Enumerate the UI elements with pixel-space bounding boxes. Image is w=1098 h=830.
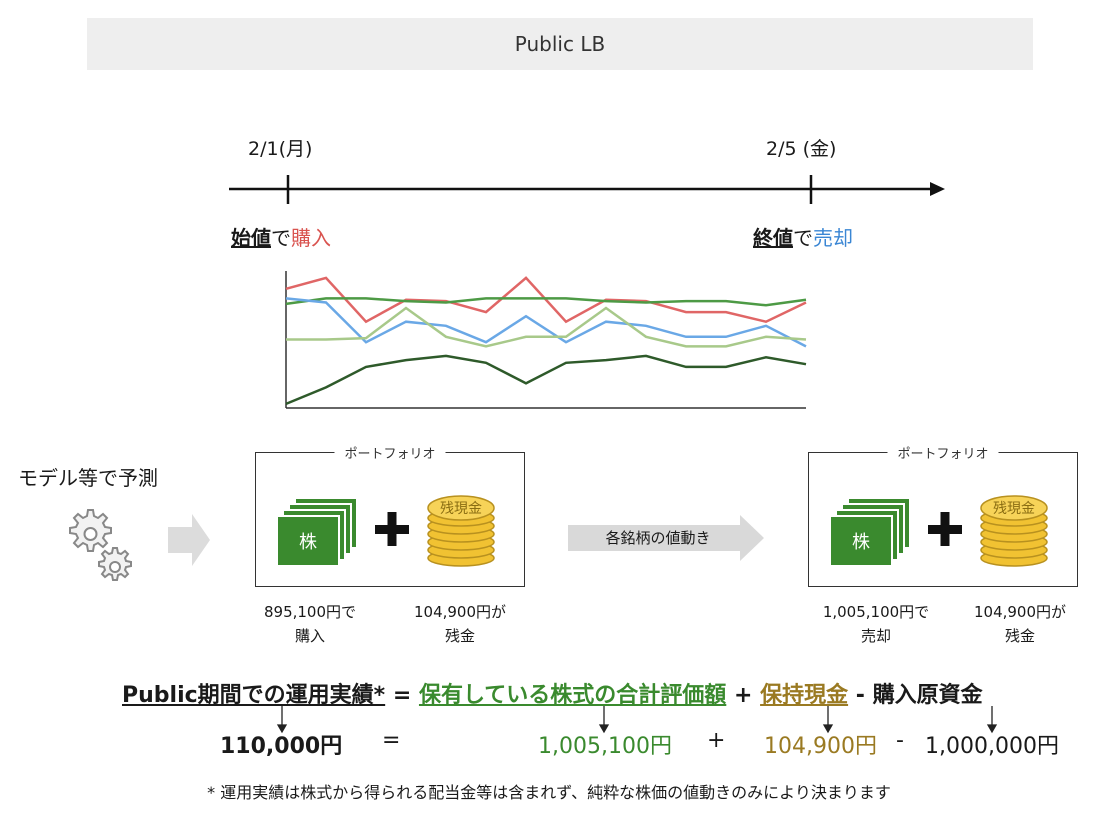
model-label: モデル等で予測 [18,466,158,490]
numbers-plus: + [707,728,726,753]
end-stock-caption: 1,005,100円で 売却 [822,603,930,645]
stock-value: 1,005,100円 [538,734,672,759]
end-date: 2/5 (金) [766,138,837,160]
footnote: * 運用実績は株式から得られる配当金等は含まれず、純粋な株価の値動きのみにより決… [207,783,891,802]
formula-eq: = [392,683,412,708]
stock-icon: 株 [829,497,911,567]
plus-icon [928,512,962,546]
stock-icon: 株 [276,497,358,567]
model-to-portfolio-arrow [168,514,210,566]
movement-label: 各銘柄の値動き [605,529,711,547]
series-line-2 [285,297,807,307]
close-price-label: 終値 [753,226,793,250]
formula-minus: - [855,683,865,708]
start-stock-caption: 895,100円で 購入 [263,603,357,645]
result-value: 110,000円 [220,734,343,759]
portfolio-contents-end: 株 残現金 [829,495,1048,567]
plus-icon [375,512,409,546]
start-cash-caption: 104,900円が 残金 [413,603,507,645]
start-date: 2/1(月) [248,138,313,160]
formula-term-stock: 保有している株式の合計評価額 [418,683,727,708]
end-particle: で [793,226,813,250]
cash-label: 残現金 [440,501,482,517]
gears-icon [69,509,132,581]
end-action: 終値で売却 [753,222,853,251]
portfolio-contents-start: 株 残現金 [276,495,495,567]
portfolio-label: ポートフォリオ [334,443,446,462]
open-price-label: 始値 [231,226,271,250]
formula-term-cash: 保持現金 [760,683,849,708]
numbers-eq: = [382,728,401,753]
start-action: 始値で購入 [231,222,331,251]
formula-row: Public期間での運用実績* = 保有している株式の合計評価額 + 保持現金 … [122,677,983,709]
cash-label: 残現金 [993,501,1035,517]
principal-value: 1,000,000円 [925,734,1059,759]
portfolio-label: ポートフォリオ [887,443,999,462]
stock-label: 株 [299,532,317,553]
coin-stack-icon: 残現金 [427,495,495,567]
cash-value: 104,900円 [764,734,877,759]
timeline-arrowhead [930,182,945,196]
sell-label: 売却 [813,226,853,250]
coin-stack-icon: 残現金 [980,495,1048,567]
start-particle: で [271,226,291,250]
buy-label: 購入 [291,226,331,250]
price-chart-lines [285,276,807,406]
numbers-minus: - [896,728,904,753]
series-line-5 [285,354,807,406]
series-line-1 [285,276,807,324]
formula-term-principal: 購入原資金 [872,683,983,708]
end-cash-caption: 104,900円が 残金 [973,603,1067,645]
formula-plus: + [733,683,753,708]
formula-lhs: Public期間での運用実績* [122,683,386,708]
stock-label: 株 [852,532,870,553]
